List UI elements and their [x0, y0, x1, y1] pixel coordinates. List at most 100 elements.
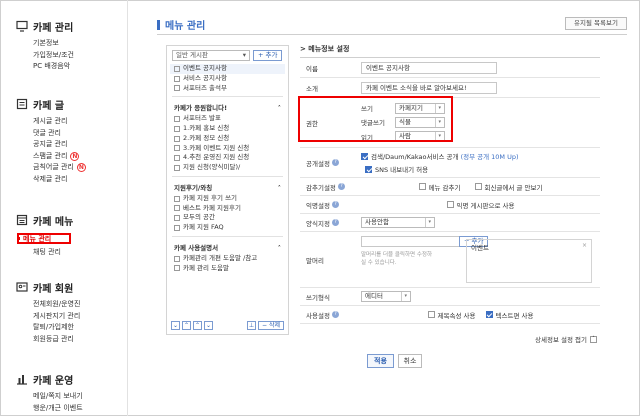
list-item[interactable]: 이벤트 공지사항	[170, 64, 285, 74]
header-help-text: 말머리를 더블 클릭하면 수정하실 수 있습니다.	[361, 252, 433, 266]
write-format-select[interactable]: 에디터 ▾	[361, 291, 411, 302]
sidebar-item-join-info[interactable]: 가입정보/조건	[33, 50, 74, 62]
sidebar-item-deleted[interactable]: 삭제글 관리	[33, 174, 86, 186]
list-item[interactable]: 3.카페 이벤트 지원 신청	[170, 144, 285, 154]
divider-add-button[interactable]: ⊥	[247, 321, 257, 330]
move-bottom-button[interactable]: ⌄	[171, 321, 180, 330]
menu-list: 이벤트 공지사항 서비스 공지사항 서포터즈 출석부 카페가 응원합니다! ˄ 서…	[170, 64, 285, 314]
chevron-down-icon: ▾	[242, 51, 246, 59]
board-icon	[174, 145, 180, 152]
menu-type-select[interactable]: 일반 게시판 ▾	[172, 50, 250, 61]
row-anonymous: 익명설정? 익명 게시판으로 사용	[300, 196, 600, 214]
sidebar-item-banned-words[interactable]: 금칙어글 관리 N	[33, 162, 86, 174]
help-icon[interactable]: ?	[331, 311, 339, 318]
row-write-format: 쓰기형식 에디터 ▾	[300, 288, 600, 306]
text-use-checkbox[interactable]	[485, 311, 493, 318]
sidebar-item-spam[interactable]: 스팸글 관리 N	[33, 151, 86, 163]
cancel-button[interactable]: 취소	[398, 354, 422, 368]
section-title: 카페 운영	[33, 375, 74, 387]
chevron-down-icon: ▾	[425, 218, 431, 227]
section-title: 카페 글	[33, 100, 65, 112]
sns-export-checkbox[interactable]	[365, 165, 372, 173]
list-item[interactable]: 카페 관리 도움말	[170, 264, 285, 274]
row-name: 이름 이벤트 공지사항	[300, 58, 600, 78]
header-tag-input[interactable]	[361, 236, 461, 247]
list-item[interactable]: 서포터즈 발표	[170, 114, 285, 124]
board-icon	[174, 155, 180, 162]
sidebar-section-cafe-admin: 카페 관리 기본정보 가입정보/조건 PC 배경음악	[16, 18, 74, 73]
row-public: 공개설정? 검색/Daum/Kakao서비스 공개 (정부 공개 10M Up)…	[300, 148, 600, 178]
sidebar-item-events[interactable]: 행운/개근 이벤트	[33, 403, 83, 415]
help-icon[interactable]: ?	[331, 201, 339, 208]
list-item[interactable]: 2.카페 정모 신청	[170, 134, 285, 144]
delete-menu-button[interactable]: − 삭제	[258, 321, 284, 330]
row-description: 소개 카페 이벤트 소식을 바로 알아보세요!	[300, 78, 600, 98]
divider	[172, 96, 283, 98]
list-group-header[interactable]: 카페가 응원합니다! ˄	[170, 104, 285, 114]
help-icon[interactable]: ?	[337, 183, 345, 190]
board-icon	[174, 125, 180, 132]
section-title: 카페 회원	[33, 283, 74, 295]
board-icon	[174, 195, 180, 202]
section-title: 카페 관리	[33, 22, 74, 34]
check-board-icon	[174, 85, 180, 92]
hide-reply-checkbox[interactable]	[474, 183, 482, 190]
list-item[interactable]: 베스트 카페 지원후기	[170, 204, 285, 214]
sidebar-item-notices[interactable]: 공지글 관리	[33, 139, 86, 151]
list-item[interactable]: 서비스 공지사항	[170, 74, 285, 84]
form-template-select[interactable]: 사용안함 ▾	[361, 217, 435, 228]
list-item[interactable]: 4.추천 운영진 지원 신청	[170, 153, 285, 163]
list-view-button[interactable]: 유지될 목록보기	[565, 17, 627, 30]
help-icon[interactable]: ?	[331, 219, 339, 226]
move-up-button[interactable]: ⌃	[193, 321, 202, 330]
title-bar	[157, 19, 160, 30]
list-item[interactable]: 지원 신청(양식미달)/	[170, 163, 285, 173]
hide-menu-checkbox[interactable]	[418, 183, 426, 190]
sidebar-item-withdraw[interactable]: 탈퇴/가입제한	[33, 322, 80, 334]
move-down-button[interactable]: ⌄	[204, 321, 213, 330]
divider	[172, 235, 283, 237]
list-item[interactable]: 서포터즈 출석부	[170, 84, 285, 94]
board-icon	[174, 75, 180, 82]
header-tag-item[interactable]: 이벤트	[471, 244, 489, 252]
list-item[interactable]: 1.카페 홍보 신청	[170, 124, 285, 134]
list-group-header[interactable]: 카페 사용설명서 ˄	[170, 244, 285, 254]
description-input[interactable]: 카페 이벤트 소식을 바로 알아보세요!	[361, 81, 497, 94]
board-icon	[174, 255, 180, 262]
sidebar-section-cafe-members: 카페 회원 전체회원/운영진 게시판지기 관리 탈퇴/가입제한 회원등급 관리	[16, 279, 80, 345]
divider	[172, 175, 283, 177]
chevron-up-icon: ˄	[277, 104, 281, 113]
sidebar-item-comments[interactable]: 댓글 관리	[33, 128, 86, 140]
help-icon[interactable]: ?	[331, 159, 339, 166]
sidebar-item-member-grade[interactable]: 회원등급 관리	[33, 334, 80, 346]
list-group-header[interactable]: 지원후기/와칭 ˄	[170, 184, 285, 194]
lock-board-icon	[174, 165, 180, 172]
sidebar-item-all-members[interactable]: 전체회원/운영진	[33, 299, 80, 311]
move-top-button[interactable]: ⌃	[182, 321, 191, 330]
sidebar-item-send-mail[interactable]: 메일/쪽지 보내기	[33, 391, 83, 403]
list-item[interactable]: 모두의 공간	[170, 213, 285, 223]
apply-button[interactable]: 적용	[367, 354, 394, 368]
board-icon	[174, 65, 180, 72]
sidebar-item-bgm[interactable]: PC 배경음악	[33, 61, 74, 73]
add-menu-button[interactable]: + 추가	[253, 50, 283, 61]
close-icon[interactable]: ×	[582, 242, 587, 249]
list-item[interactable]: 카페관리 개편 도움말 /참고	[170, 254, 285, 264]
list-item[interactable]: 카페 지원 후기 쓰기	[170, 194, 285, 204]
member-card-icon	[16, 282, 28, 292]
list-icon	[16, 98, 28, 110]
board-icon	[174, 265, 180, 272]
chevron-up-icon: ˄	[589, 335, 597, 343]
anonymous-checkbox[interactable]	[446, 201, 454, 208]
sidebar-item-board-keepers[interactable]: 게시판지기 관리	[33, 311, 80, 323]
public-search-checkbox[interactable]	[361, 152, 368, 160]
sidebar-item-menu-manage[interactable]: 메뉴 관리	[17, 233, 71, 244]
sidebar-item-chat-manage[interactable]: 채팅 관리	[33, 247, 61, 259]
name-input[interactable]: 이벤트 공지사항	[361, 61, 497, 74]
sidebar-item-basic-info[interactable]: 기본정보	[33, 38, 74, 50]
row-hide: 감추기설정? 메뉴 감추기 회신글에서 글 안보기	[300, 178, 600, 196]
sidebar-item-posts[interactable]: 게시글 관리	[33, 116, 86, 128]
collapse-details-link[interactable]: 상세정보 설정 접기 ˄	[535, 334, 597, 344]
list-item[interactable]: 카페 지원 FAQ	[170, 223, 285, 233]
title-attr-checkbox[interactable]	[427, 311, 435, 318]
